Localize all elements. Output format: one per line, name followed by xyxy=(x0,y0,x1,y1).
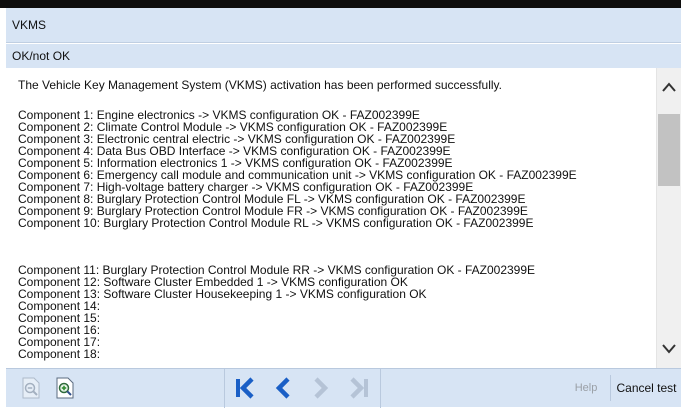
skip-last-icon xyxy=(350,377,368,399)
next-page-button[interactable] xyxy=(306,373,336,403)
result-text-area: The Vehicle Key Management System (VKMS)… xyxy=(6,68,656,368)
footer-divider xyxy=(380,369,381,408)
page-title: VKMS xyxy=(6,8,681,43)
chevron-right-icon xyxy=(314,377,329,399)
status-heading: OK/not OK xyxy=(6,44,681,68)
zoom-in-button[interactable] xyxy=(52,375,78,401)
component-line: Component 18: xyxy=(18,347,101,361)
chevron-up-icon xyxy=(662,82,676,92)
vertical-scrollbar[interactable] xyxy=(656,68,681,368)
help-button[interactable]: Help xyxy=(566,375,606,401)
window-top-bar xyxy=(0,0,681,8)
chevron-down-icon xyxy=(662,344,676,354)
scroll-down-button[interactable] xyxy=(657,338,681,360)
zoom-out-button[interactable] xyxy=(18,375,44,401)
first-page-button[interactable] xyxy=(230,373,260,403)
zoom-out-icon xyxy=(22,377,40,399)
success-message: The Vehicle Key Management System (VKMS)… xyxy=(18,78,503,92)
footer-toolbar: Help Cancel test xyxy=(6,368,681,408)
chevron-left-icon xyxy=(275,377,290,399)
scroll-up-button[interactable] xyxy=(657,76,681,98)
component-line: Component 10: Burglary Protection Contro… xyxy=(18,216,534,230)
component-list-2: Component 11: Burglary Protection Contro… xyxy=(18,264,535,360)
cancel-test-button[interactable]: Cancel test xyxy=(610,375,681,401)
footer-divider xyxy=(224,369,225,408)
scrollbar-thumb[interactable] xyxy=(658,114,680,186)
zoom-in-icon xyxy=(56,377,74,399)
previous-page-button[interactable] xyxy=(268,373,298,403)
component-list-1: Component 1: Engine electronics -> VKMS … xyxy=(18,109,577,229)
last-page-button[interactable] xyxy=(344,373,374,403)
skip-first-icon xyxy=(236,377,254,399)
